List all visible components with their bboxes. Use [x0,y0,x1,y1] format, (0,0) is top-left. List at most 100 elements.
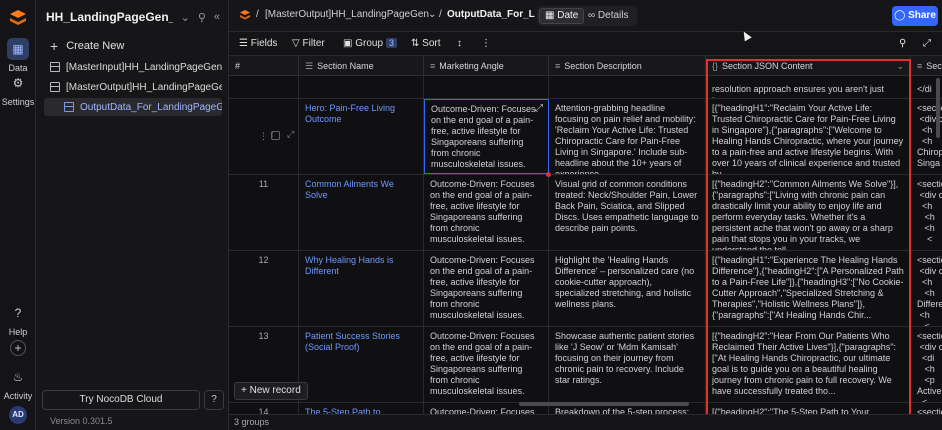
breadcrumb-separator: / [256,9,259,20]
sidebar-item-master-output[interactable]: [MasterOutput]HH_LandingPageGen [44,78,222,96]
breadcrumb-current-view[interactable]: OutputData_For_Landin [447,9,535,20]
hash-label: # [235,61,241,71]
section-name-cell[interactable]: Hero: Pain-Free Living Outcome [299,99,424,174]
section-description-cell[interactable]: Showcase authentic patient stories like … [549,327,706,402]
link-icon: ∞ [588,10,596,21]
plus-icon: + [241,385,247,396]
column-header-marketing-angle[interactable]: ≡ Marketing Angle [424,56,549,76]
group-label: Group [355,38,384,49]
grid-footer: 3 groups [229,414,942,430]
section-description-cell [549,76,706,98]
long-text-icon: ≡ [917,61,923,71]
section-json-cell[interactable]: [{"headingH1":"Reclaim Your Active Life:… [706,99,911,174]
section-description-cell[interactable]: Highlight the 'Healing Hands Difference'… [549,251,706,326]
create-new-button[interactable]: + Create New [50,38,124,54]
next-cell[interactable]: <section <div c <h <h <h < [911,175,942,250]
fullscreen-icon[interactable]: ⤢ [923,38,931,49]
next-cell[interactable]: <section <div c <h <h Differen <h < [911,251,942,326]
group-button[interactable]: ▣ Group 3 [343,38,398,49]
plus-icon: + [50,38,59,54]
table-row[interactable]: 13 Patient Success Stories (Social Proof… [229,327,942,403]
avatar[interactable]: AD [9,406,27,424]
section-json-cell[interactable]: [{"headingH2":"Common Ailments We Solve"… [706,175,911,250]
section-description-cell[interactable]: Attention-grabbing headline focusing on … [549,99,706,174]
row-checkbox[interactable] [271,131,280,140]
search-icon[interactable]: ⚲ [198,11,206,24]
rail-activity-button[interactable]: ♨ Activity [0,366,36,401]
filter-button[interactable]: ▽ Filter [292,38,325,49]
column-header-section-json[interactable]: {} Section JSON Content ⌄ [706,56,911,76]
section-json-cell[interactable]: [{"headingH1":"Experience The Healing Ha… [706,251,911,326]
section-json-cell[interactable]: [{"headingH2":"Hear From Our Patients Wh… [706,327,911,402]
column-header-section-description[interactable]: ≡ Section Description [549,56,706,76]
column-title: Section Description [564,61,642,71]
rail-help-button[interactable]: ? Help [0,302,36,337]
section-json-cell[interactable]: [{"headingH2":"The 5-Step Path to Your [706,403,911,414]
column-header-section-name[interactable]: ☰ Section Name [299,56,424,76]
share-button[interactable]: ◯ Share [892,6,938,26]
row-height-icon[interactable]: ↕ [457,38,462,49]
fill-handle[interactable] [546,172,551,177]
workspace-header: HH_LandingPageGen_... ⌄ ⚲ « [46,8,220,26]
table-row[interactable]: 11 Common Ailments We Solve Outcome-Driv… [229,175,942,251]
horizontal-scrollbar[interactable] [519,402,689,406]
sidebar-item-output-view[interactable]: OutputData_For_LandingPageGen [44,98,222,116]
date-tab[interactable]: ▦ Date [539,8,585,24]
sidebar-item-master-input[interactable]: [MasterInput]HH_LandingPageGen [44,58,222,76]
filter-icon: ▽ [292,38,300,49]
grid-view-icon [64,102,74,112]
details-tab-label: Details [597,10,629,21]
next-cell[interactable]: <section <div c <di <h <p Active < [911,327,942,402]
table-row[interactable]: resolution approach ensures you aren't j… [229,76,942,99]
fields-label: Fields [250,38,278,49]
table-row[interactable]: 12 Why Healing Hands is Different Outcom… [229,251,942,327]
section-name-cell [299,76,424,98]
rail-settings-button[interactable]: ⚙ Settings [0,72,36,107]
rail-activity-label: Activity [3,391,33,401]
chevron-down-icon[interactable]: ⌄ [428,9,436,20]
collapse-sidebar-icon[interactable]: « [214,11,220,23]
section-name-cell[interactable]: Common Ailments We Solve [299,175,424,250]
more-options-icon[interactable]: ⋮ [481,38,491,49]
marketing-angle-cell [424,76,549,98]
vertical-scrollbar[interactable] [936,78,940,138]
section-name-cell[interactable]: The 5-Step Path to [299,403,424,414]
fields-button[interactable]: ☰ Fields [239,38,277,49]
expand-cell-icon[interactable]: ⤢ [535,103,543,114]
expand-row-icon[interactable]: ⤢ [287,129,294,140]
group-icon: ▣ [343,38,353,49]
details-tab[interactable]: ∞ Details [583,8,634,24]
table-row[interactable]: ⋮⋮ ⤢ Hero: Pain-Free Living Outcome Outc… [229,99,942,175]
filter-label: Filter [302,38,325,49]
section-name-cell[interactable]: Patient Success Stories (Social Proof) [299,327,424,402]
chevron-down-icon[interactable]: ⌄ [896,56,904,76]
row-number-cell: 14 [229,403,299,414]
rail-data-button[interactable]: ▦ Data [0,38,36,73]
base-icon [240,10,250,20]
next-cell[interactable]: <section [911,403,942,414]
search-icon[interactable]: ⚲ [899,38,906,49]
group-count-badge: 3 [386,38,398,48]
breadcrumb-parent-table[interactable]: [MasterOutput]HH_LandingPageGen [265,9,429,20]
help-icon[interactable]: ? [204,390,224,410]
section-json-cell[interactable]: resolution approach ensures you aren't j… [706,76,911,98]
marketing-angle-cell[interactable]: Outcome-Driven: Focuses on the end goal … [424,251,549,326]
workspace-title[interactable]: HH_LandingPageGen_... [46,10,173,24]
section-description-cell[interactable]: Visual grid of common conditions treated… [549,175,706,250]
try-cloud-button[interactable]: Try NocoDB Cloud [42,390,200,410]
globe-icon: ◯ [894,10,906,21]
marketing-angle-cell[interactable]: Outcome-Driven: Focuses on the end goal … [424,99,549,174]
marketing-angle-cell[interactable]: Outcome-Driven: Focuses on the end goal … [424,327,549,402]
chevron-down-icon[interactable]: ⌄ [181,11,190,24]
column-header-next[interactable]: ≡Secti [911,56,942,76]
groups-count: 3 groups [234,417,270,427]
marketing-angle-cell[interactable]: Outcome-Driven: Focuses on the end goal … [424,175,549,250]
toolbar: ☰ Fields ▽ Filter ▣ Group 3 ⇅ Sort ↕ ⋮ ⚲ … [229,32,942,56]
sort-button[interactable]: ⇅ Sort [411,38,441,49]
new-record-button[interactable]: + New record [234,382,308,400]
create-new-label: Create New [66,40,125,52]
column-header-hash[interactable]: # [229,56,299,76]
version-label: Version 0.301.5 [50,416,113,426]
section-name-cell[interactable]: Why Healing Hands is Different [299,251,424,326]
rail-add-button[interactable]: + [0,340,36,359]
